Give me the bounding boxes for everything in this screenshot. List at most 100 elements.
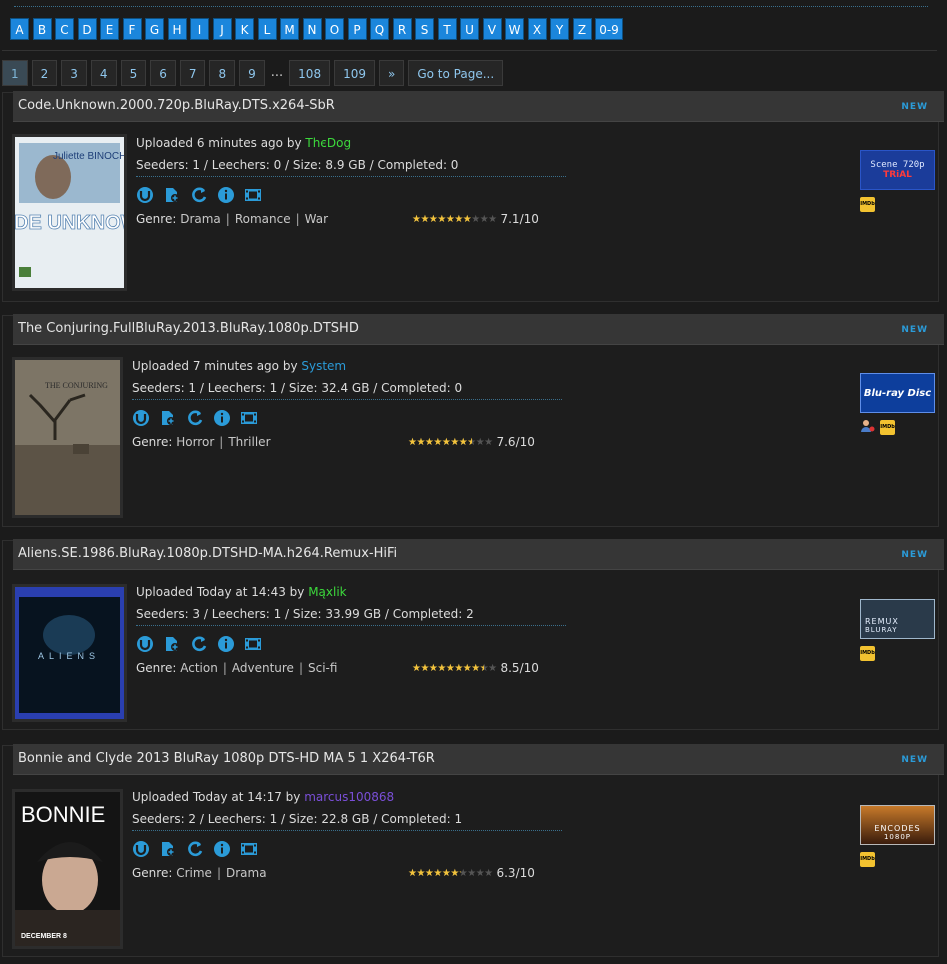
- bookmark-add-icon[interactable]: [163, 186, 181, 204]
- letter-filter-p[interactable]: P: [347, 18, 367, 40]
- letter-filter-a[interactable]: A: [10, 18, 29, 40]
- letter-filter-n[interactable]: N: [302, 18, 322, 40]
- genre-link[interactable]: Drama: [226, 866, 267, 880]
- poster-image[interactable]: Juliette BINOCHE CODE UNKNOWN: [0, 134, 154, 291]
- imdb-icon[interactable]: IMDb: [860, 197, 875, 212]
- refresh-icon[interactable]: [186, 409, 204, 427]
- genre-link[interactable]: Sci-fi: [308, 661, 337, 675]
- info-icon[interactable]: [213, 840, 231, 858]
- go-to-page-button[interactable]: Go to Page...: [408, 60, 504, 86]
- letter-filter-v[interactable]: V: [482, 18, 502, 40]
- uploader-link[interactable]: marcus100868: [304, 790, 394, 804]
- pagination: 1 2 3 4 5 6 7 8 9... 108 109» Go to Page...: [2, 60, 504, 86]
- letter-filter-i[interactable]: I: [190, 18, 209, 40]
- letter-filter-d[interactable]: D: [77, 18, 97, 40]
- genre-label: Genre:: [136, 661, 177, 675]
- next-page-button[interactable]: »: [378, 60, 405, 86]
- action-icons: [132, 840, 258, 858]
- refresh-icon[interactable]: [190, 186, 208, 204]
- poster-image[interactable]: THE CONJURING: [12, 357, 123, 518]
- utorrent-download-icon[interactable]: [132, 840, 150, 858]
- letter-filter-q[interactable]: Q: [370, 18, 389, 40]
- letter-filter-z[interactable]: Z: [572, 18, 592, 40]
- uploader-link[interactable]: Mąxlik: [308, 585, 346, 599]
- rating-stars: ★★★★★★★★★★★★★★★★★★★★: [408, 437, 493, 448]
- refresh-icon[interactable]: [186, 840, 204, 858]
- trailer-film-icon[interactable]: [244, 635, 262, 653]
- letter-filter-j[interactable]: J: [212, 18, 232, 40]
- genre-link[interactable]: Adventure: [232, 661, 294, 675]
- page-link[interactable]: 5: [120, 60, 147, 86]
- page-link[interactable]: 3: [61, 60, 87, 86]
- letter-filter-r[interactable]: R: [392, 18, 412, 40]
- genre-link[interactable]: Drama: [180, 212, 221, 226]
- info-icon[interactable]: [213, 409, 231, 427]
- poster-title-text: BONNIE: [21, 802, 105, 827]
- imdb-icon[interactable]: IMDb: [880, 420, 896, 435]
- trailer-film-icon[interactable]: [240, 840, 258, 858]
- genre-link[interactable]: Romance: [235, 212, 291, 226]
- refresh-icon[interactable]: [190, 635, 208, 653]
- torrent-title-link[interactable]: Aliens.SE.1986.BluRay.1080p.DTSHD-MA.h26…: [18, 546, 397, 561]
- letter-filter-g[interactable]: G: [145, 18, 164, 40]
- user-icon[interactable]: [860, 418, 875, 433]
- page-link[interactable]: 1: [2, 60, 28, 86]
- quality-side: Blu-ray Disc IMDb: [860, 373, 935, 435]
- letter-filter-u[interactable]: U: [460, 18, 479, 40]
- page-link[interactable]: 7: [179, 60, 206, 86]
- bookmark-add-icon[interactable]: [159, 840, 177, 858]
- uploader-link[interactable]: System: [301, 359, 346, 373]
- rating-stars-fill: ★★★★★★★★★★: [412, 214, 472, 225]
- bookmark-add-icon[interactable]: [163, 635, 181, 653]
- letter-filter-h[interactable]: H: [167, 18, 187, 40]
- utorrent-download-icon[interactable]: [136, 186, 154, 204]
- torrent-title-link[interactable]: Bonnie and Clyde 2013 BluRay 1080p DTS-H…: [18, 751, 435, 766]
- page-link[interactable]: 6: [150, 60, 176, 86]
- info-icon[interactable]: [217, 186, 235, 204]
- bookmark-add-icon[interactable]: [159, 409, 177, 427]
- imdb-icon[interactable]: IMDb: [860, 852, 875, 867]
- torrent-header: Code.Unknown.2000.720p.BluRay.DTS.x264-S…: [13, 91, 944, 122]
- utorrent-download-icon[interactable]: [136, 635, 154, 653]
- letter-filter-k[interactable]: K: [235, 18, 254, 40]
- genre-link[interactable]: Crime: [176, 866, 212, 880]
- letter-filter-b[interactable]: B: [32, 18, 52, 40]
- torrent-header: Bonnie and Clyde 2013 BluRay 1080p DTS-H…: [13, 744, 944, 775]
- info-icon[interactable]: [217, 635, 235, 653]
- letter-filter-m[interactable]: M: [280, 18, 299, 40]
- utorrent-download-icon[interactable]: [132, 409, 150, 427]
- uploader-link[interactable]: ThєDog: [305, 136, 351, 150]
- rating-stars-fill: ★★★★★★★★★★: [408, 437, 473, 448]
- page-link[interactable]: 2: [31, 60, 58, 86]
- page-link[interactable]: 108: [289, 60, 331, 86]
- genre-link[interactable]: Action: [180, 661, 218, 675]
- imdb-icon[interactable]: IMDb: [860, 646, 875, 661]
- letter-filter-l[interactable]: L: [257, 18, 277, 40]
- letter-filter-f[interactable]: F: [122, 18, 142, 40]
- page-link[interactable]: 9: [239, 60, 265, 86]
- letter-filter-c[interactable]: C: [55, 18, 74, 40]
- letter-filter-s[interactable]: S: [415, 18, 434, 40]
- quality-badge: ENCODES 1080P: [860, 805, 935, 845]
- letter-filter-w[interactable]: W: [505, 18, 524, 40]
- genre-link[interactable]: War: [305, 212, 328, 226]
- letter-filter-x[interactable]: X: [527, 18, 547, 40]
- letter-filter-y[interactable]: Y: [550, 18, 569, 40]
- quality-badge: Blu-ray Disc: [860, 373, 935, 413]
- letter-filter-t[interactable]: T: [437, 18, 457, 40]
- letter-filter-e[interactable]: E: [100, 18, 119, 40]
- page-link[interactable]: 8: [209, 60, 236, 86]
- letter-filter-o[interactable]: O: [325, 18, 344, 40]
- genre-link[interactable]: Horror: [176, 435, 214, 449]
- trailer-film-icon[interactable]: [240, 409, 258, 427]
- genre-label: Genre:: [132, 435, 173, 449]
- poster-image[interactable]: ALIENS: [12, 584, 127, 722]
- genre-link[interactable]: Thriller: [228, 435, 270, 449]
- trailer-film-icon[interactable]: [244, 186, 262, 204]
- torrent-title-link[interactable]: Code.Unknown.2000.720p.BluRay.DTS.x264-S…: [18, 98, 335, 113]
- page-link[interactable]: 109: [334, 60, 375, 86]
- torrent-title-link[interactable]: The Conjuring.FullBluRay.2013.BluRay.108…: [18, 321, 359, 336]
- page-link[interactable]: 4: [90, 60, 117, 86]
- letter-filter-0-9[interactable]: 0-9: [595, 18, 623, 40]
- poster-image[interactable]: BONNIE DECEMBER 8: [12, 789, 123, 949]
